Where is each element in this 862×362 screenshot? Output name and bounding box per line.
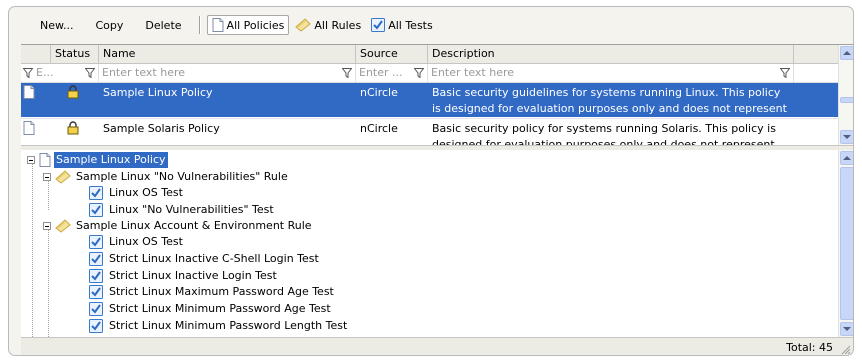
rule-icon (295, 18, 312, 32)
all-policies-label: All Policies (226, 18, 285, 32)
status-bar: Total: 45 (21, 337, 853, 355)
tree-node-test[interactable]: Strict Linux Minimum Password Length Tes… (89, 318, 349, 334)
scroll-thumb[interactable] (840, 167, 853, 320)
filter-icon[interactable] (780, 68, 790, 78)
toolbar: New... Copy Delete All Policies All Rule… (31, 12, 439, 38)
policy-tree: Sample Linux Policy Sample Linux "No Vul… (21, 150, 853, 337)
table-row[interactable]: Sample Linux Policy nCircle Basic securi… (21, 83, 841, 117)
tree-node-label: Strict Linux Inactive C-Shell Login Test (109, 252, 319, 265)
test-icon (371, 18, 386, 32)
row-source: nCircle (360, 86, 398, 99)
header-filler (794, 45, 841, 63)
tree-node-test[interactable]: Strict Linux Inactive Login Test (89, 268, 279, 284)
row-name: Sample Linux Policy (103, 86, 213, 99)
tree-node-label: Sample Linux Account & Environment Rule (76, 219, 312, 232)
tree-node-label: Strict Linux Minimum Password Length Tes… (109, 319, 348, 332)
description-filter-input[interactable]: Enter text here (428, 64, 794, 82)
name-filter-input[interactable]: Enter text here (99, 64, 356, 82)
filter-icon[interactable] (414, 68, 424, 78)
scroll-up-button[interactable] (840, 151, 853, 165)
rule-icon (55, 219, 71, 233)
tree-node-test[interactable]: Linux OS Test (89, 185, 185, 201)
new-button[interactable]: New... (31, 17, 82, 34)
scroll-down-button[interactable] (840, 130, 853, 144)
filter-icon[interactable] (342, 68, 352, 78)
document-icon (23, 119, 37, 145)
tree-node-label: Linux OS Test (109, 186, 183, 199)
all-tests-toggle[interactable]: All Tests (367, 16, 437, 34)
row-description: Basic security policy for systems runnin… (432, 122, 776, 145)
all-rules-label: All Rules (314, 18, 362, 32)
policy-grid: Status Name Source Description E... Ente… (21, 44, 853, 145)
collapse-toggle[interactable] (43, 173, 51, 181)
tree-node-label: Strict Linux Minimum Password Age Test (109, 302, 331, 315)
test-icon (89, 235, 103, 249)
test-icon (89, 252, 103, 266)
lock-icon (67, 83, 83, 117)
document-icon (23, 83, 37, 117)
collapse-toggle[interactable] (27, 156, 35, 164)
tree-node-test[interactable]: Strict Linux Inactive C-Shell Login Test (89, 251, 321, 267)
status-filter-value: E... (36, 66, 54, 79)
tree-vertical-scrollbar[interactable] (838, 150, 853, 337)
all-tests-label: All Tests (388, 18, 433, 32)
table-row[interactable]: Sample Solaris Policy nCircle Basic secu… (21, 118, 841, 145)
scroll-down-button[interactable] (840, 322, 853, 336)
row-description: Basic security guidelines for systems ru… (432, 86, 787, 115)
tree-node-rule[interactable]: Sample Linux "No Vulnerabilities" Rule (43, 169, 290, 185)
scroll-thumb[interactable] (840, 97, 853, 103)
tree-connector (48, 226, 49, 337)
tree-node-test[interactable]: Linux "No Vulnerabilities" Test (89, 202, 276, 218)
all-rules-toggle[interactable]: All Rules (291, 16, 365, 34)
test-icon (89, 203, 103, 217)
tree-node-label: Strict Linux Maximum Password Age Test (109, 285, 334, 298)
header-description[interactable]: Description (428, 45, 794, 63)
tree-node-test[interactable]: Strict Linux Minimum Password Age Test (89, 301, 333, 317)
test-icon (89, 269, 103, 283)
tree-node-root[interactable]: Sample Linux Policy (27, 152, 168, 168)
test-icon (89, 186, 103, 200)
all-policies-toggle[interactable]: All Policies (206, 15, 290, 35)
tree-node-label: Strict Linux Inactive Login Test (109, 269, 277, 282)
grid-vertical-scrollbar[interactable] (838, 45, 853, 145)
rule-icon (55, 170, 71, 184)
filter-icon[interactable] (85, 68, 95, 78)
collapse-toggle[interactable] (43, 222, 51, 230)
header-source[interactable]: Source (356, 45, 428, 63)
total-count: Total: 45 (786, 341, 833, 354)
test-icon (89, 319, 103, 333)
header-name[interactable]: Name (99, 45, 356, 63)
delete-button[interactable]: Delete (136, 17, 190, 34)
header-status[interactable]: Status (51, 45, 99, 63)
tree-node-rule[interactable]: Sample Linux Account & Environment Rule (43, 218, 314, 234)
header-icon-column (21, 45, 51, 63)
scroll-up-button[interactable] (840, 46, 853, 60)
tree-connector (32, 162, 33, 337)
test-icon (89, 302, 103, 316)
row-source: nCircle (360, 122, 398, 135)
tree-node-label: Sample Linux "No Vulnerabilities" Rule (76, 170, 288, 183)
document-icon (39, 153, 51, 167)
test-icon (89, 285, 103, 299)
policy-manager-window: New... Copy Delete All Policies All Rule… (8, 6, 854, 356)
tree-node-test[interactable]: Strict Linux Maximum Password Age Test (89, 284, 336, 300)
row-name: Sample Solaris Policy (103, 122, 220, 135)
lock-icon (67, 119, 83, 145)
tree-node-label: Linux "No Vulnerabilities" Test (109, 203, 274, 216)
filter-row: E... Enter text here Enter ... Enter tex… (21, 64, 841, 83)
tree-node-label: Sample Linux Policy (54, 152, 168, 168)
toolbar-separator (198, 16, 201, 34)
resize-grip-icon[interactable] (841, 345, 851, 355)
copy-button[interactable]: Copy (86, 17, 132, 34)
filter-icon[interactable] (23, 68, 33, 78)
grid-header: Status Name Source Description (21, 45, 841, 64)
tree-node-label: Linux OS Test (109, 235, 183, 248)
document-icon (212, 18, 224, 32)
tree-node-test[interactable]: Linux OS Test (89, 234, 185, 250)
